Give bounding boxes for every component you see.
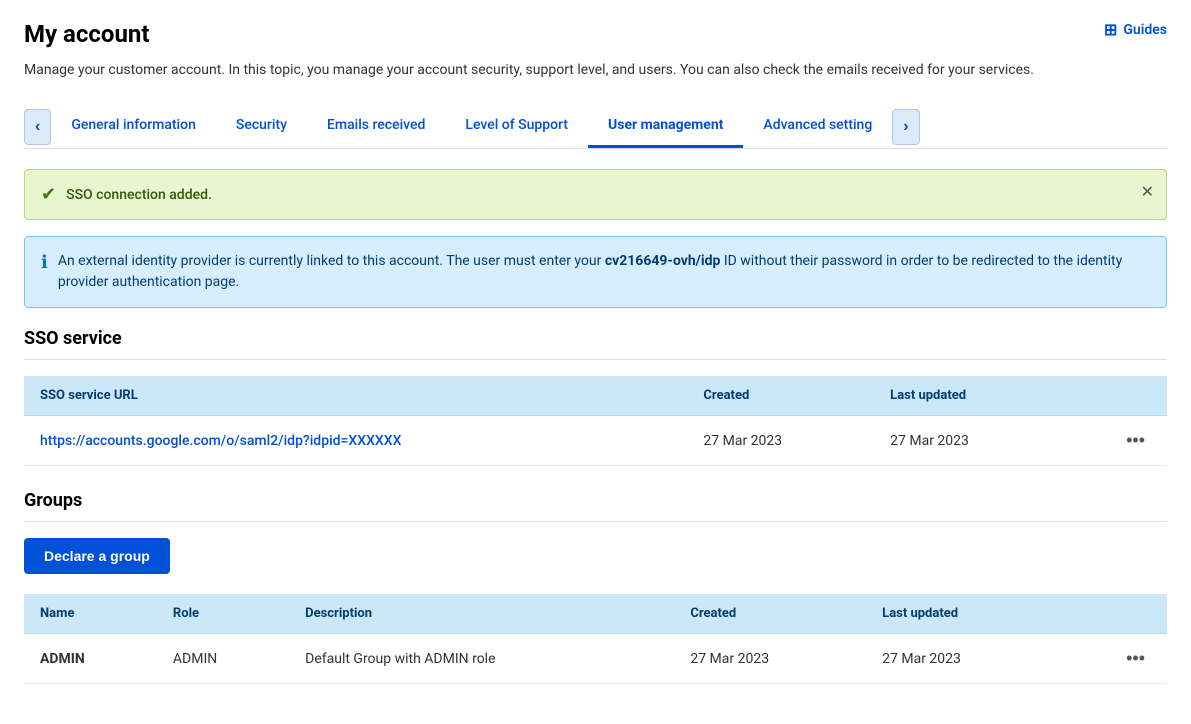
tab-security[interactable]: Security <box>216 105 307 148</box>
tab-advanced[interactable]: Advanced setting <box>743 105 892 148</box>
info-message: An external identity provider is current… <box>58 251 1150 293</box>
sso-actions-cell: ••• <box>1061 416 1167 466</box>
sso-url-header: SSO service URL <box>24 376 687 416</box>
sso-table: SSO service URL Created Last updated htt… <box>24 376 1167 466</box>
groups-description-cell: Default Group with ADMIN role <box>289 634 674 684</box>
sso-created-header: Created <box>687 376 874 416</box>
close-alert-button[interactable]: ✕ <box>1141 182 1154 202</box>
groups-table-header-row: Name Role Description Created Last updat… <box>24 594 1167 634</box>
groups-name-header: Name <box>24 594 157 634</box>
groups-role-header: Role <box>157 594 289 634</box>
tab-support[interactable]: Level of Support <box>445 105 588 148</box>
guides-label: Guides <box>1123 22 1167 38</box>
sso-lastupdated-header: Last updated <box>874 376 1061 416</box>
info-alert: ℹ An external identity provider is curre… <box>24 236 1167 308</box>
page-title: My account <box>24 20 149 48</box>
groups-actions-cell: ••• <box>1058 634 1167 684</box>
success-message: SSO connection added. <box>66 187 212 203</box>
success-alert: ✔ SSO connection added. ✕ <box>24 169 1167 220</box>
tab-prev-button[interactable]: ‹ <box>24 109 51 145</box>
success-icon: ✔ <box>41 184 56 205</box>
groups-divider <box>24 521 1167 522</box>
tabs-container: ‹ General information Security Emails re… <box>24 105 1167 149</box>
sso-created-cell: 27 Mar 2023 <box>687 416 874 466</box>
tab-emails[interactable]: Emails received <box>307 105 445 148</box>
info-text-before: An external identity provider is current… <box>58 253 605 269</box>
guides-link[interactable]: ⊞ Guides <box>1104 20 1167 39</box>
groups-actions-header <box>1058 594 1167 634</box>
groups-role-cell: ADMIN <box>157 634 289 684</box>
sso-row-actions-button[interactable]: ••• <box>1120 428 1151 453</box>
declare-group-button[interactable]: Declare a group <box>24 538 170 574</box>
sso-divider <box>24 359 1167 360</box>
tab-general[interactable]: General information <box>51 105 216 148</box>
tab-next-button[interactable]: › <box>892 109 919 145</box>
info-icon: ℹ <box>41 252 48 273</box>
info-highlight: cv216649-ovh/idp <box>605 253 720 269</box>
page-description: Manage your customer account. In this to… <box>24 60 1167 81</box>
groups-description-header: Description <box>289 594 674 634</box>
table-row: https://accounts.google.com/o/saml2/idp?… <box>24 416 1167 466</box>
groups-section-title: Groups <box>24 490 1167 511</box>
sso-actions-header <box>1061 376 1167 416</box>
groups-created-cell: 27 Mar 2023 <box>674 634 866 684</box>
guides-grid-icon: ⊞ <box>1104 20 1117 39</box>
tab-usermgmt[interactable]: User management <box>588 105 743 148</box>
sso-url-link[interactable]: https://accounts.google.com/o/saml2/idp?… <box>40 433 401 449</box>
groups-created-header: Created <box>674 594 866 634</box>
sso-url-cell: https://accounts.google.com/o/saml2/idp?… <box>24 416 687 466</box>
groups-row-actions-button[interactable]: ••• <box>1120 646 1151 671</box>
groups-name-cell: ADMIN <box>24 634 157 684</box>
groups-table: Name Role Description Created Last updat… <box>24 594 1167 684</box>
sso-lastupdated-cell: 27 Mar 2023 <box>874 416 1061 466</box>
table-row: ADMIN ADMIN Default Group with ADMIN rol… <box>24 634 1167 684</box>
groups-lastupdated-cell: 27 Mar 2023 <box>866 634 1058 684</box>
sso-table-header-row: SSO service URL Created Last updated <box>24 376 1167 416</box>
groups-lastupdated-header: Last updated <box>866 594 1058 634</box>
sso-section-title: SSO service <box>24 328 1167 349</box>
